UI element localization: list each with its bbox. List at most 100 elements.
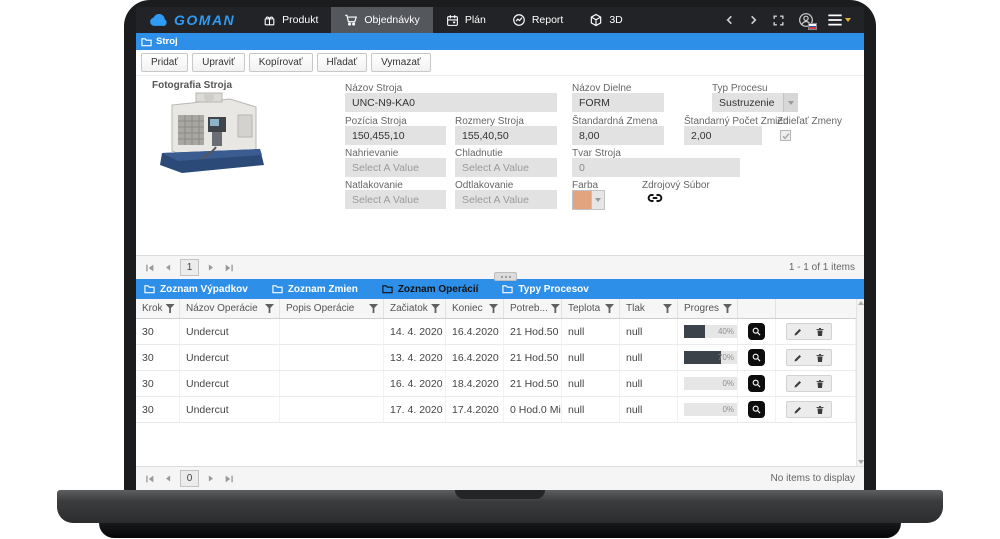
filter-icon[interactable]: [663, 304, 672, 313]
nazov-dielne-input[interactable]: FORM: [572, 93, 664, 112]
column-header-popis-operacie[interactable]: Popis Operácie: [280, 299, 384, 318]
cell-krok: 30: [136, 345, 180, 370]
delete-icon[interactable]: [815, 353, 825, 363]
stroj-tab-label[interactable]: Stroj: [156, 36, 178, 47]
last-page-icon[interactable]: [224, 263, 234, 273]
nav-tab-plan[interactable]: Plán: [433, 7, 499, 33]
column-header-tlak[interactable]: Tlak: [620, 299, 678, 318]
edit-icon[interactable]: [793, 405, 803, 415]
filter-icon[interactable]: [166, 304, 175, 313]
cell-teplota: null: [562, 345, 620, 370]
forward-icon[interactable]: [748, 14, 759, 26]
zdielat-zmeny-checkbox[interactable]: [780, 130, 791, 141]
nav-tab-objednavky[interactable]: Objednávky: [331, 7, 432, 33]
table-scrollbar[interactable]: [856, 299, 864, 466]
vymazat-button[interactable]: Vymazať: [371, 53, 431, 72]
filter-icon[interactable]: [265, 304, 274, 313]
scroll-down-icon[interactable]: [858, 460, 864, 464]
tab-zoznam-zmien[interactable]: Zoznam Zmien: [272, 279, 358, 299]
cell-tlak: null: [620, 397, 678, 422]
column-header-koniec[interactable]: Koniec: [446, 299, 504, 318]
nazov-stroja-input[interactable]: UNC-N9-KA0: [345, 93, 557, 112]
page-number[interactable]: 0: [180, 470, 199, 487]
column-header-progres[interactable]: Progres: [678, 299, 738, 318]
preview-button[interactable]: [748, 323, 765, 340]
pozicia-stroja-input[interactable]: 150,455,10: [345, 126, 446, 145]
column-header-zaciatok[interactable]: Začiatok: [384, 299, 446, 318]
odtlakovanie-select[interactable]: Select A Value: [455, 190, 557, 209]
delete-icon[interactable]: [815, 327, 825, 337]
filter-icon[interactable]: [605, 304, 614, 313]
row-actions[interactable]: [786, 401, 832, 418]
select-arrow[interactable]: [783, 93, 798, 112]
standardna-zmena-input[interactable]: 8,00: [572, 126, 664, 145]
first-page-icon[interactable]: [145, 474, 155, 484]
subtab-label: Zoznam Operácií: [398, 284, 479, 295]
filter-icon[interactable]: [369, 304, 378, 313]
nav-tab-report[interactable]: Report: [499, 7, 577, 33]
column-header-nazov-operacie[interactable]: Názov Operácie: [180, 299, 280, 318]
farba-dropdown-arrow[interactable]: [592, 190, 605, 210]
rozmery-stroja-input[interactable]: 155,40,50: [455, 126, 557, 145]
nav-tab-produkt[interactable]: Produkt: [250, 7, 331, 33]
edit-icon[interactable]: [793, 353, 803, 363]
magnifier-icon: [751, 326, 762, 337]
tab-zoznam-vypadkov[interactable]: Zoznam Výpadkov: [144, 279, 248, 299]
column-header-teplota[interactable]: Teplota: [562, 299, 620, 318]
delete-icon[interactable]: [815, 405, 825, 415]
chladnutie-select[interactable]: Select A Value: [455, 158, 557, 177]
preview-button[interactable]: [748, 349, 765, 366]
back-icon[interactable]: [724, 14, 735, 26]
filter-icon[interactable]: [431, 304, 440, 313]
upravit-button[interactable]: Upraviť: [192, 53, 245, 72]
link-icon[interactable]: [644, 188, 666, 208]
tab-zoznam-operacii[interactable]: Zoznam Operácií: [382, 279, 479, 299]
column-header-krok[interactable]: Krok: [136, 299, 180, 318]
user-avatar[interactable]: [798, 12, 814, 28]
caret-down-icon: [595, 198, 601, 202]
kopirovat-button[interactable]: Kopírovať: [249, 53, 313, 72]
edit-icon[interactable]: [793, 327, 803, 337]
edit-icon[interactable]: [793, 379, 803, 389]
natlakovanie-select[interactable]: Select A Value: [345, 190, 446, 209]
preview-button[interactable]: [748, 375, 765, 392]
preview-button[interactable]: [748, 401, 765, 418]
standarny-pocet-zmien-input[interactable]: 2,00: [684, 126, 762, 145]
fullscreen-icon[interactable]: [772, 14, 785, 27]
typ-procesu-select[interactable]: Sustruzenie: [712, 93, 798, 112]
last-page-icon[interactable]: [224, 474, 234, 484]
prev-page-icon[interactable]: [163, 474, 172, 483]
progress-label: 0%: [722, 377, 734, 390]
row-actions[interactable]: [786, 323, 832, 340]
menu-icon[interactable]: [827, 14, 851, 26]
row-actions[interactable]: [786, 349, 832, 366]
filter-icon[interactable]: [489, 304, 498, 313]
tab-typy-procesov[interactable]: Typy Procesov: [502, 279, 588, 299]
filter-icon[interactable]: [723, 304, 732, 313]
table-row[interactable]: 30 Undercut 14. 4. 2020 08 16.4.2020 21 …: [136, 319, 864, 345]
column-header-potreba[interactable]: Potreb...: [504, 299, 562, 318]
brand-logo[interactable]: GOMAN: [136, 12, 250, 28]
farba-swatch[interactable]: [572, 190, 592, 210]
typ-procesu-value: Sustruzenie: [719, 97, 774, 109]
page-number[interactable]: 1: [180, 259, 199, 276]
next-page-icon[interactable]: [207, 474, 216, 483]
delete-icon[interactable]: [815, 379, 825, 389]
prev-page-icon[interactable]: [163, 263, 172, 272]
hladat-button[interactable]: Hľadať: [317, 53, 368, 72]
nahrievanie-select[interactable]: Select A Value: [345, 158, 446, 177]
table-row[interactable]: 30 Undercut 17. 4. 2020 06 17.4.2020 0 H…: [136, 397, 864, 423]
nav-tab-3d[interactable]: 3D: [576, 7, 635, 33]
app-screen: GOMAN Produkt Objednávky: [136, 7, 864, 490]
row-actions[interactable]: [786, 375, 832, 392]
next-page-icon[interactable]: [207, 263, 216, 272]
pridat-button[interactable]: Pridať: [141, 53, 188, 72]
magnifier-icon: [751, 378, 762, 389]
filter-icon[interactable]: [551, 304, 560, 313]
scroll-up-icon[interactable]: [858, 301, 864, 305]
splitter-handle[interactable]: [494, 272, 517, 281]
table-row[interactable]: 30 Undercut 16. 4. 2020 07 18.4.2020 21 …: [136, 371, 864, 397]
first-page-icon[interactable]: [145, 263, 155, 273]
table-row[interactable]: 30 Undercut 13. 4. 2020 11 16.4.2020 21 …: [136, 345, 864, 371]
tvar-stroja-input[interactable]: 0: [572, 158, 740, 177]
